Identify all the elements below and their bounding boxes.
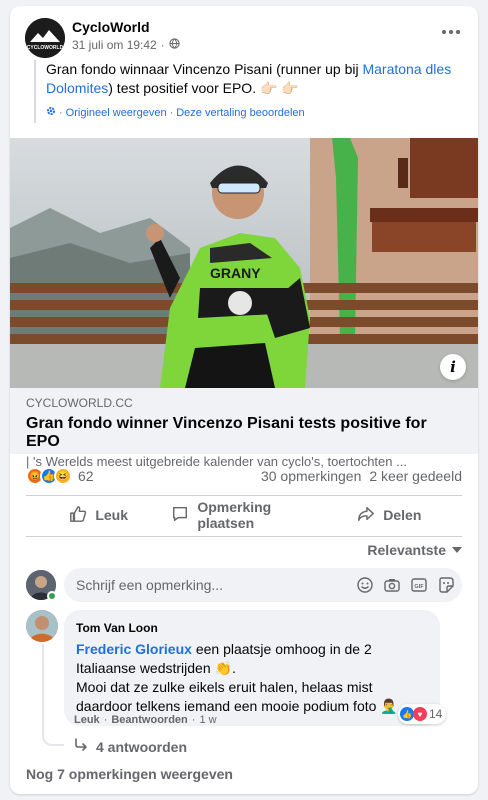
cyclist-photo: GRANY [10, 138, 478, 388]
comment-actions: Leuk · Beantwoorden · 1 w [74, 714, 217, 726]
online-status-dot [47, 591, 57, 601]
comment-time[interactable]: 1 w [199, 714, 216, 726]
post-stats: 😡 👍 😆 62 30 opmerkingen 2 keer gedeeld [26, 466, 462, 486]
gear-icon [46, 104, 56, 123]
post-date[interactable]: 31 juli om 19:42 [72, 38, 157, 52]
speech-bubble-icon [171, 505, 189, 526]
thumbs-up-icon [69, 505, 87, 526]
caret-down-icon [452, 547, 462, 553]
translation-row: · Origineel weergeven · Deze vertaling b… [46, 104, 454, 123]
share-arrow-icon [357, 505, 375, 526]
reply-arrow-icon [74, 738, 88, 755]
mention-link[interactable]: Frederic Glorieux [76, 641, 192, 657]
page-avatar[interactable]: CYCLOWORLD [25, 18, 65, 58]
reaction-count: 62 [78, 468, 94, 484]
post-card: CYCLOWORLD CycloWorld 31 juli om 19:42 ·… [10, 6, 478, 794]
share-button[interactable]: Delen [317, 499, 462, 531]
dot-icon [456, 30, 460, 34]
rate-translation-link[interactable]: Deze vertaling beoordelen [176, 104, 304, 123]
divider [26, 536, 462, 537]
reaction-summary[interactable]: 😡 👍 😆 62 [26, 467, 94, 485]
dot-icon [449, 30, 453, 34]
gif-icon[interactable]: GIF [410, 576, 427, 593]
svg-text:CYCLOWORLD: CYCLOWORLD [27, 45, 64, 51]
post-actions: Leuk Opmerking plaatsen Delen [26, 499, 462, 531]
comment-count[interactable]: 30 opmerkingen [261, 468, 361, 484]
globe-icon [169, 38, 180, 52]
comment-button[interactable]: Opmerking plaatsen [171, 499, 316, 531]
love-icon: ♥ [413, 707, 427, 721]
link-domain: CYCLOWORLD.CC [26, 396, 133, 410]
page-name[interactable]: CycloWorld [72, 19, 150, 35]
post-header: CYCLOWORLD CycloWorld 31 juli om 19:42 · [10, 6, 478, 58]
comment-text: Frederic Glorieux een plaatsje omhoog in… [76, 641, 398, 714]
comment-bubble: Tom Van Loon Frederic Glorieux een plaat… [64, 610, 440, 726]
view-replies-button[interactable]: 4 antwoorden [74, 738, 187, 755]
sticker-icon[interactable] [437, 576, 454, 593]
link-preview-box[interactable]: CYCLOWORLD.CC Gran fondo winner Vincenzo… [10, 388, 478, 469]
share-count[interactable]: 2 keer gedeeld [369, 468, 462, 484]
comment-composer: GIF [26, 568, 462, 602]
view-more-comments-button[interactable]: Nog 7 opmerkingen weergeven [26, 766, 233, 782]
cycloworld-logo-icon: CYCLOWORLD [25, 18, 65, 58]
camera-icon[interactable] [383, 576, 400, 593]
dot-icon [442, 30, 446, 34]
like-icon: 👍 [400, 707, 414, 721]
emoji-icon[interactable] [356, 576, 373, 593]
haha-icon: 😆 [54, 467, 72, 485]
comment-reply-button[interactable]: Beantwoorden [111, 714, 187, 726]
commenter-avatar[interactable] [26, 610, 58, 642]
info-button[interactable]: i [440, 354, 466, 380]
link-title: Gran fondo winner Vincenzo Pisani tests … [26, 415, 427, 450]
post-text: Gran fondo winnaar Vincenzo Pisani (runn… [34, 60, 454, 123]
divider [26, 495, 462, 496]
post-meta: 31 juli om 19:42 · [72, 38, 180, 52]
svg-text:GIF: GIF [414, 584, 424, 590]
svg-text:GRANY: GRANY [210, 265, 261, 281]
comment-like-button[interactable]: Leuk [74, 714, 100, 726]
composer-tools: GIF [356, 576, 454, 593]
comment-author[interactable]: Tom Van Loon [76, 619, 428, 638]
comment-reactions[interactable]: 👍 ♥ 14 [398, 704, 447, 724]
show-original-link[interactable]: Origineel weergeven [66, 104, 167, 123]
link-preview-image[interactable]: GRANY i [10, 138, 478, 388]
thread-line [42, 644, 64, 746]
more-options-button[interactable] [438, 22, 464, 42]
like-button[interactable]: Leuk [26, 499, 171, 531]
comment-sort-dropdown[interactable]: Relevantste [367, 542, 462, 558]
